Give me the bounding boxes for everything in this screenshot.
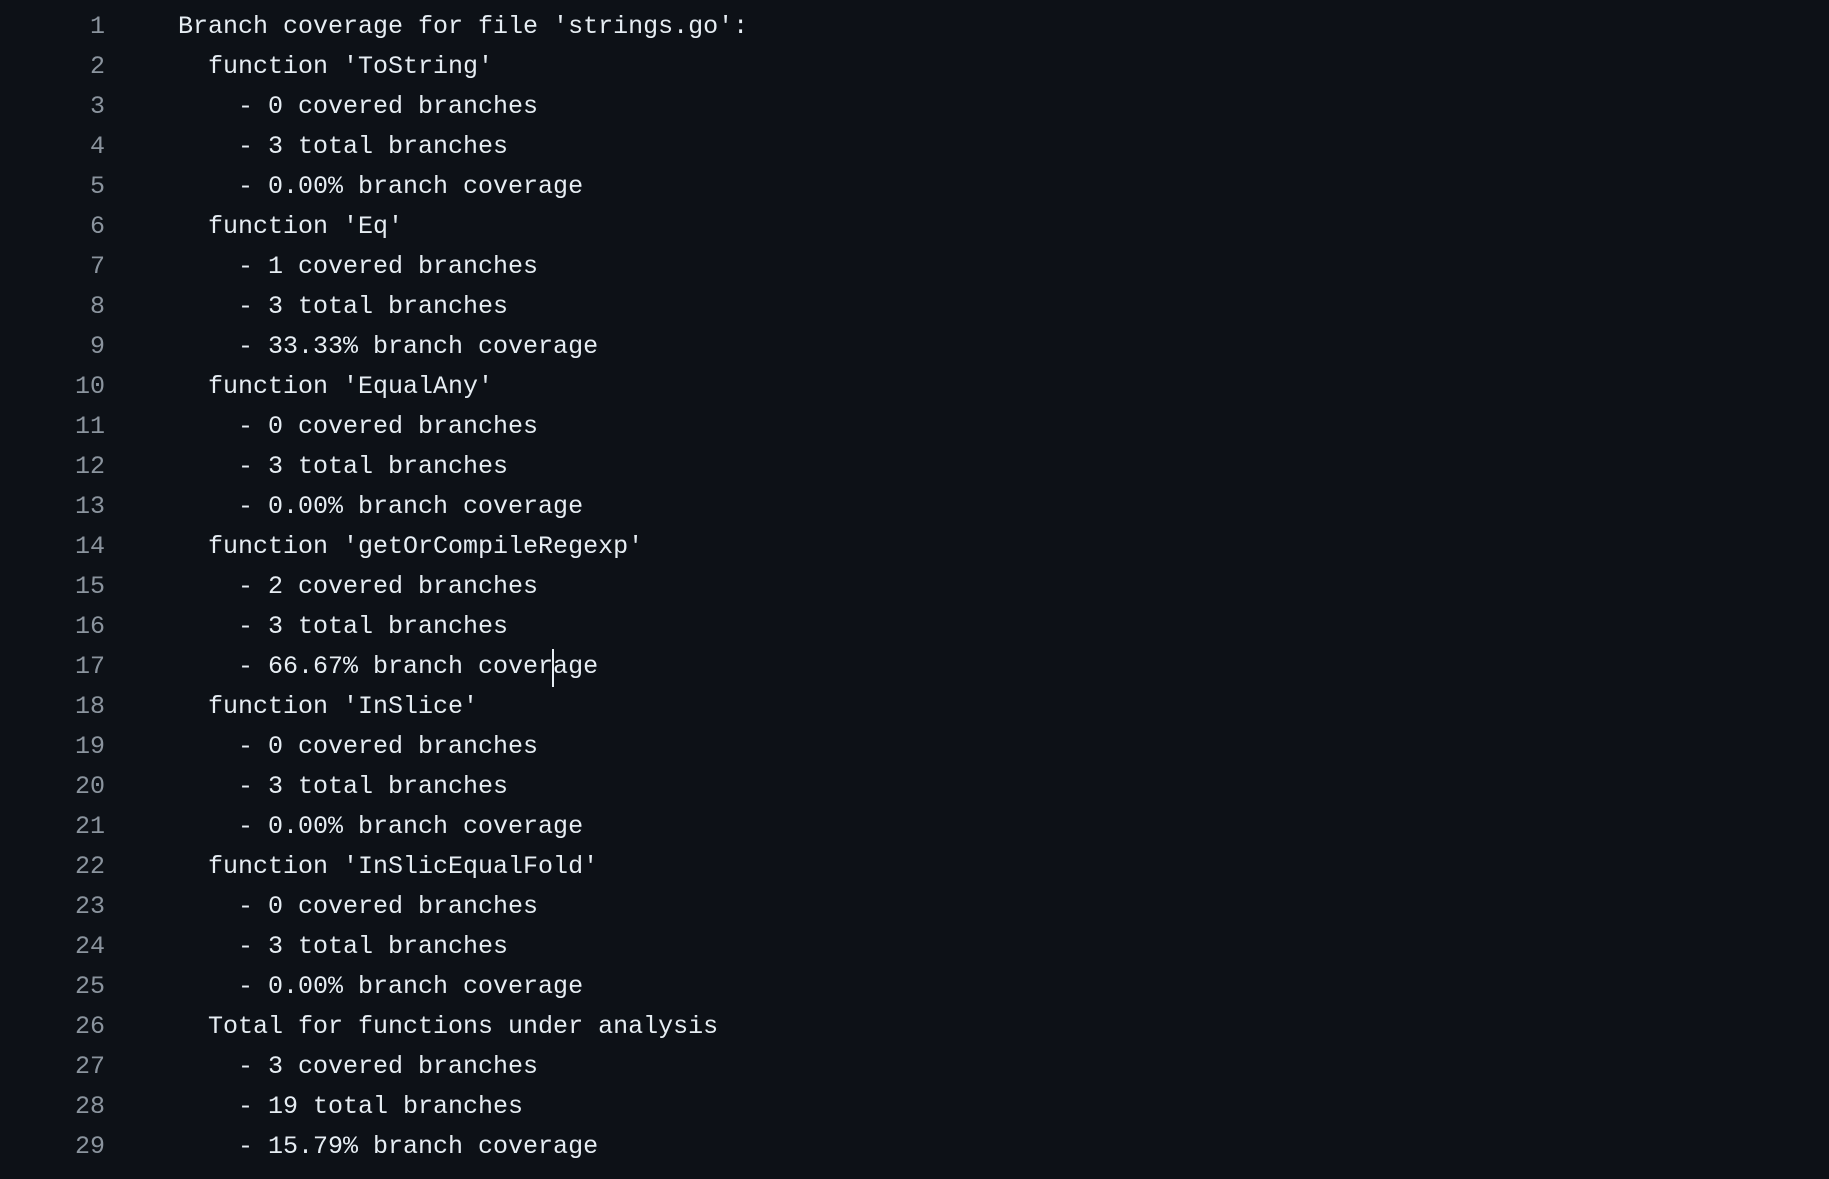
line-number: 13 (74, 492, 105, 521)
line-text[interactable]: function 'Eq' (178, 207, 403, 247)
line-text[interactable]: function 'ToString' (178, 47, 493, 87)
code-line[interactable]: 25 - 0.00% branch coverage (0, 967, 1829, 1007)
line-number: 10 (74, 372, 105, 401)
line-text[interactable]: - 3 total branches (178, 287, 508, 327)
code-line[interactable]: 1 Branch coverage for file 'strings.go': (0, 7, 1829, 47)
line-text[interactable]: - 3 total branches (178, 767, 508, 807)
code-line[interactable]: 29 - 15.79% branch coverage (0, 1127, 1829, 1167)
line-text[interactable]: - 3 total branches (178, 607, 508, 647)
line-number: 8 (89, 292, 105, 321)
line-number: 23 (74, 892, 105, 921)
code-line[interactable]: 12 - 3 total branches (0, 447, 1829, 487)
line-text[interactable]: function 'EqualAny' (178, 367, 493, 407)
line-text[interactable]: - 0.00% branch coverage (178, 807, 583, 847)
line-number: 1 (89, 12, 105, 41)
line-number: 19 (74, 732, 105, 761)
code-line[interactable]: 19 - 0 covered branches (0, 727, 1829, 767)
text-cursor (552, 649, 554, 687)
line-number: 28 (74, 1092, 105, 1121)
code-line[interactable]: 6 function 'Eq' (0, 207, 1829, 247)
line-text[interactable]: - 3 covered branches (178, 1047, 538, 1087)
line-text[interactable]: function 'InSlicEqualFold' (178, 847, 598, 887)
code-line[interactable]: 18 function 'InSlice' (0, 687, 1829, 727)
code-line[interactable]: 14 function 'getOrCompileRegexp' (0, 527, 1829, 567)
line-number: 22 (74, 852, 105, 881)
code-line[interactable]: 28 - 19 total branches (0, 1087, 1829, 1127)
line-text[interactable]: - 3 total branches (178, 927, 508, 967)
code-line[interactable]: 7 - 1 covered branches (0, 247, 1829, 287)
line-number: 9 (89, 332, 105, 361)
code-line[interactable]: 8 - 3 total branches (0, 287, 1829, 327)
line-number: 29 (74, 1132, 105, 1161)
line-text[interactable]: - 0 covered branches (178, 407, 538, 447)
code-line[interactable]: 24 - 3 total branches (0, 927, 1829, 967)
line-text[interactable]: - 2 covered branches (178, 567, 538, 607)
code-line[interactable]: 17 - 66.67% branch coverage (0, 647, 1829, 687)
line-text[interactable]: - 66.67% branch coverage (178, 647, 598, 687)
line-number: 20 (74, 772, 105, 801)
line-text[interactable]: - 1 covered branches (178, 247, 538, 287)
code-line[interactable]: 15 - 2 covered branches (0, 567, 1829, 607)
code-line[interactable]: 13 - 0.00% branch coverage (0, 487, 1829, 527)
line-number: 18 (74, 692, 105, 721)
line-text[interactable]: - 15.79% branch coverage (178, 1127, 598, 1167)
line-number: 24 (74, 932, 105, 961)
line-number: 14 (74, 532, 105, 561)
line-text[interactable]: - 0 covered branches (178, 87, 538, 127)
code-line[interactable]: 22 function 'InSlicEqualFold' (0, 847, 1829, 887)
line-text[interactable]: - 0 covered branches (178, 887, 538, 927)
line-number: 5 (89, 172, 105, 201)
code-line[interactable]: 4 - 3 total branches (0, 127, 1829, 167)
code-line[interactable]: 10 function 'EqualAny' (0, 367, 1829, 407)
line-number: 7 (89, 252, 105, 281)
line-number: 12 (74, 452, 105, 481)
line-number: 11 (74, 412, 105, 441)
line-text[interactable]: function 'getOrCompileRegexp' (178, 527, 643, 567)
line-text[interactable]: - 0 covered branches (178, 727, 538, 767)
line-text[interactable]: - 3 total branches (178, 127, 508, 167)
code-line[interactable]: 27 - 3 covered branches (0, 1047, 1829, 1087)
line-text[interactable]: - 0.00% branch coverage (178, 167, 583, 207)
line-text[interactable]: - 0.00% branch coverage (178, 487, 583, 527)
line-number: 3 (89, 92, 105, 121)
code-line[interactable]: 20 - 3 total branches (0, 767, 1829, 807)
line-number: 2 (89, 52, 105, 81)
line-number: 21 (74, 812, 105, 841)
line-number: 15 (74, 572, 105, 601)
code-line[interactable]: 23 - 0 covered branches (0, 887, 1829, 927)
code-line[interactable]: 2 function 'ToString' (0, 47, 1829, 87)
code-line[interactable]: 21 - 0.00% branch coverage (0, 807, 1829, 847)
line-number: 27 (74, 1052, 105, 1081)
line-text[interactable]: Branch coverage for file 'strings.go': (178, 7, 748, 47)
code-line[interactable]: 26 Total for functions under analysis (0, 1007, 1829, 1047)
code-editor[interactable]: 1 Branch coverage for file 'strings.go': 2… (0, 0, 1829, 1179)
line-number: 25 (74, 972, 105, 1001)
line-text[interactable]: - 19 total branches (178, 1087, 523, 1127)
line-text[interactable]: - 0.00% branch coverage (178, 967, 583, 1007)
line-number: 4 (89, 132, 105, 161)
line-text[interactable]: - 33.33% branch coverage (178, 327, 598, 367)
code-line[interactable]: 9 - 33.33% branch coverage (0, 327, 1829, 367)
code-line[interactable]: 11 - 0 covered branches (0, 407, 1829, 447)
line-number: 6 (89, 212, 105, 241)
code-line[interactable]: 16 - 3 total branches (0, 607, 1829, 647)
code-line[interactable]: 3 - 0 covered branches (0, 87, 1829, 127)
line-text[interactable]: - 3 total branches (178, 447, 508, 487)
line-number: 26 (74, 1012, 105, 1041)
line-number: 17 (74, 652, 105, 681)
code-line[interactable]: 5 - 0.00% branch coverage (0, 167, 1829, 207)
line-text[interactable]: Total for functions under analysis (178, 1007, 718, 1047)
line-text[interactable]: function 'InSlice' (178, 687, 478, 727)
line-number: 16 (74, 612, 105, 641)
